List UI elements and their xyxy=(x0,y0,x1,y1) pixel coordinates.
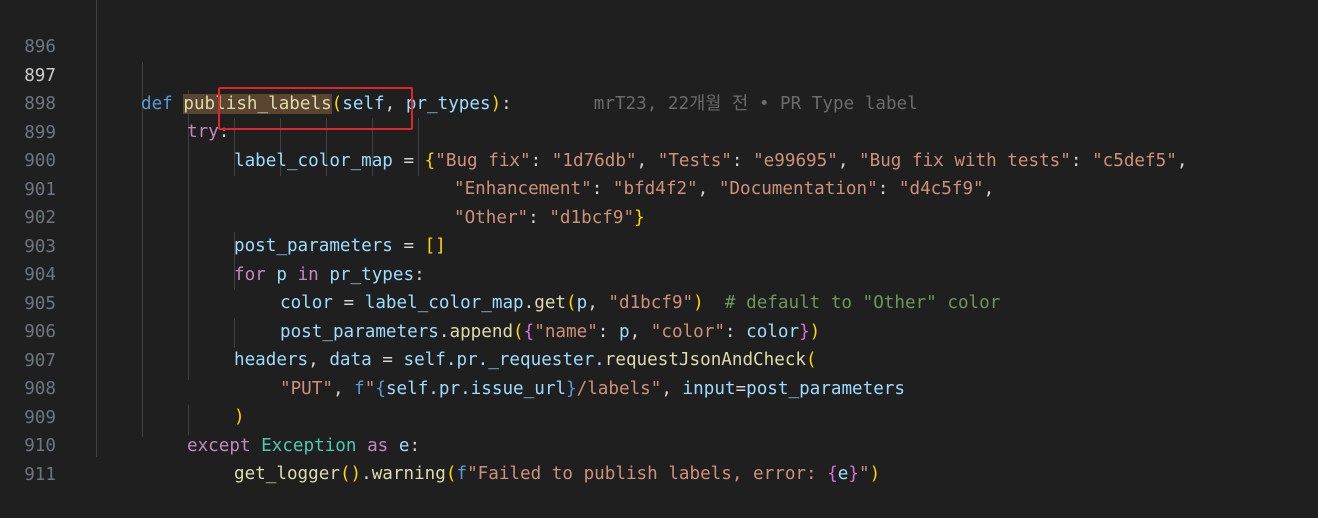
highlight-annotation-box xyxy=(218,87,413,130)
brace: { xyxy=(827,464,838,484)
code-line: 905 post_parameters.append({"name": p, "… xyxy=(0,261,1318,343)
paren: () xyxy=(339,464,362,484)
code-line: 900 "Enhancement": "bfd4f2", "Documentat… xyxy=(0,118,1318,200)
code-text: get_logger().warning(f"Failed to publish… xyxy=(234,460,880,489)
line-number: 911 xyxy=(24,464,56,485)
code-line: 901 "Other": "d1bcf9"} xyxy=(0,147,1318,229)
code-editor[interactable]: 896 897 def publish_labels(self, pr_type… xyxy=(0,0,1318,485)
function-call: get_logger xyxy=(234,464,340,484)
code-line: 911 xyxy=(0,432,1318,485)
code-line: 899 label_color_map = {"Bug fix": "1d76d… xyxy=(0,90,1318,172)
method: warning xyxy=(371,464,446,484)
brace: } xyxy=(848,464,859,484)
string: " xyxy=(858,464,870,484)
punct: . xyxy=(361,464,372,484)
code-line: 910 get_logger().warning(f"Failed to pub… xyxy=(0,403,1318,485)
code-line: 896 xyxy=(0,4,1318,57)
variable: e xyxy=(837,464,849,484)
code-line: 898 try: xyxy=(0,61,1318,143)
paren: ( xyxy=(445,464,457,484)
code-line: 906 headers, data = self.pr._requester.r… xyxy=(0,289,1318,371)
string: "Failed to publish labels, error: xyxy=(467,464,828,484)
paren: ) xyxy=(869,464,881,484)
code-line: 902 post_parameters = [] xyxy=(0,175,1318,257)
code-line: 909 except Exception as e: xyxy=(0,375,1318,457)
fstring-prefix: f xyxy=(456,464,468,484)
code-line: 903 for p in pr_types: xyxy=(0,204,1318,286)
code-line: 907 "PUT", f"{self.pr.issue_url}/labels"… xyxy=(0,318,1318,400)
code-line: 908 ) xyxy=(0,346,1318,428)
code-line-active: 897 def publish_labels(self, pr_types): m… xyxy=(0,33,1318,114)
code-line: 904 color = label_color_map.get(p, "d1bc… xyxy=(0,232,1318,314)
